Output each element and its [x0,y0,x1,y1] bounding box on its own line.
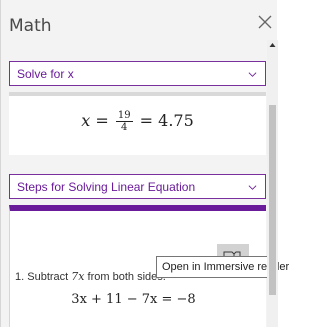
content-area: Solve for x x = 19 4 = 4.75 Steps for So… [1,56,266,327]
scroll-up-arrow-icon[interactable] [269,40,276,50]
step-1-text: 1. Subtract 7x from both sides. [15,270,166,283]
vertical-scrollbar[interactable] [267,40,278,327]
pane-title: Math [9,16,52,36]
result-variable: x [81,111,91,130]
fraction-denominator: 4 [121,122,128,133]
step-1-number: 1. [15,271,25,283]
steps-method-dropdown[interactable]: Steps for Solving Linear Equation [9,174,266,199]
math-pane: Math Solve for x x = 19 4 = 4.75 Steps f… [0,0,289,327]
step-1-verb: Subtract [27,271,69,283]
close-icon [258,15,272,29]
fraction-numerator: 19 [115,110,133,122]
solve-for-dropdown[interactable]: Solve for x [9,61,266,86]
immersive-reader-tooltip: Open in Immersive reader [156,256,289,278]
steps-method-selected: Steps for Solving Linear Equation [17,180,196,194]
step-1-rest: from both sides. [87,271,166,283]
pane-header: Math [1,0,278,56]
step-1-equation: 3x + 11 − 7x = −8 [71,292,196,307]
solve-for-selected: Solve for x [17,67,74,81]
chevron-down-icon [248,72,257,77]
chevron-down-icon [248,185,257,190]
result-expression: x = 19 4 = 4.75 [9,110,266,133]
result-equals-2: = [139,111,154,130]
scrollbar-thumb[interactable] [269,105,276,295]
result-decimal: 4.75 [158,111,194,130]
close-button[interactable] [257,14,275,32]
result-equals: = [95,111,109,130]
result-card: x = 19 4 = 4.75 [9,92,266,155]
result-fraction: 19 4 [115,110,133,133]
step-1-term: 7x [71,270,85,283]
